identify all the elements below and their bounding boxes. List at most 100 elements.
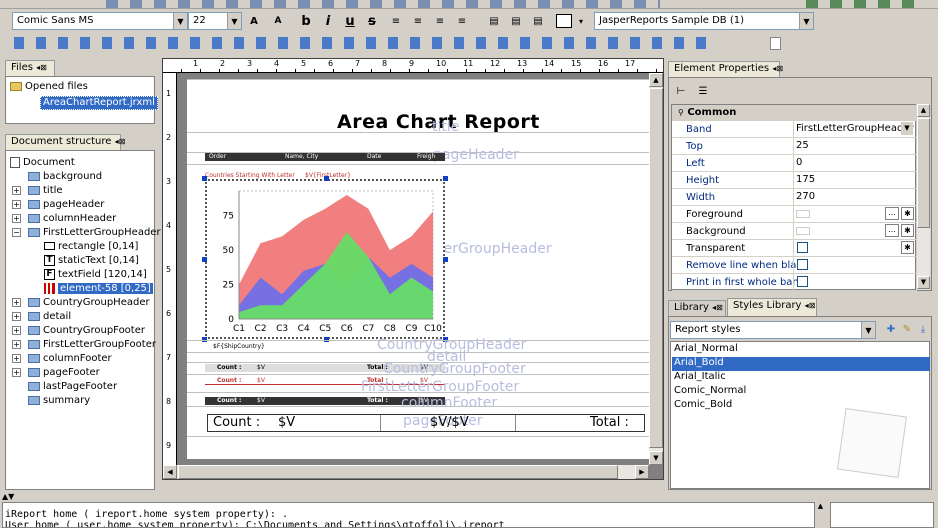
section-common[interactable]: ⚲ Common <box>672 105 917 121</box>
expand-icon[interactable]: + <box>12 213 21 223</box>
align-justify-icon[interactable]: ≡ <box>454 14 470 28</box>
opened-files-node[interactable]: Opened files <box>10 81 88 92</box>
reset-icon[interactable]: ✱ <box>901 207 914 220</box>
style-item-selected[interactable]: Arial_Bold <box>672 357 930 371</box>
prop-band-select[interactable]: FirstLetterGroupHeader ▼ <box>793 121 915 137</box>
transparent-checkbox[interactable] <box>797 242 808 253</box>
align-right-icon[interactable]: ≡ <box>432 14 448 28</box>
prop-foreground-value[interactable]: ... ✱ <box>793 206 915 222</box>
printfirst-checkbox[interactable] <box>797 276 808 287</box>
tree-node-title[interactable]: + title <box>12 183 63 197</box>
scroll-up-icon[interactable]: ▲ <box>917 104 930 117</box>
panel-controls-icon[interactable]: ◂⊠ <box>115 137 126 146</box>
prop-row-band[interactable]: Band FirstLetterGroupHeader ▼ <box>672 121 917 138</box>
scroll-thumb[interactable] <box>649 88 663 448</box>
scroll-left-icon[interactable]: ◀ <box>163 465 177 479</box>
toolbar-icon-strip[interactable] <box>100 0 660 8</box>
tree-node-columnheader[interactable]: + columnHeader <box>12 211 116 225</box>
tree-node-statictext[interactable]: TstaticText [0,14] <box>44 253 139 267</box>
expand-icon[interactable]: + <box>12 185 21 195</box>
prop-top-value[interactable]: 25 <box>793 138 915 154</box>
border-icon[interactable] <box>556 14 572 28</box>
style-item[interactable]: Comic_Normal <box>672 385 930 399</box>
design-vertical-scrollbar[interactable]: ▲ ▼ <box>649 73 663 465</box>
expand-icon[interactable]: + <box>12 353 21 363</box>
expand-icon[interactable]: + <box>12 297 21 307</box>
properties-scrollbar[interactable]: ▲ ▼ <box>917 104 930 290</box>
properties-panel-tab[interactable]: Element Properties ◂⊠ <box>668 61 783 77</box>
console-scrollbar[interactable]: ▲ <box>814 502 826 528</box>
style-item[interactable]: Arial_Italic <box>672 371 930 385</box>
panel-controls-icon[interactable]: ◂⊠ <box>36 63 47 72</box>
datasource-combo[interactable]: JasperReports Sample DB (1) ▼ <box>594 12 814 30</box>
toolbar-icon-strip-right[interactable] <box>800 0 920 8</box>
design-horizontal-scrollbar[interactable]: ◀ ▶ <box>163 465 649 479</box>
add-style-icon[interactable]: ✚ <box>883 322 899 336</box>
expand-icon[interactable]: + <box>12 199 21 209</box>
tree-node-countrygroupheader[interactable]: + CountryGroupHeader <box>12 295 150 309</box>
expand-icon[interactable]: + <box>12 325 21 335</box>
align-left-icon[interactable]: ≡ <box>388 14 404 28</box>
expand-icon[interactable]: + <box>12 311 21 321</box>
categorized-icon[interactable]: ⊢ <box>673 84 689 98</box>
align-tools-icons[interactable] <box>14 37 714 49</box>
align-center-icon[interactable]: ≡ <box>410 14 426 28</box>
prop-row-left[interactable]: Left 0 <box>672 155 917 172</box>
prop-row-top[interactable]: Top 25 <box>672 138 917 155</box>
expand-icon[interactable]: + <box>12 339 21 349</box>
font-name-combo[interactable]: Comic Sans MS ▼ <box>12 12 188 30</box>
tree-node-columnfooter[interactable]: + columnFooter <box>12 351 112 365</box>
prop-height-value[interactable]: 175 <box>793 172 915 188</box>
prop-row-removeline[interactable]: Remove line when blank <box>672 257 917 274</box>
font-size-combo[interactable]: 22 ▼ <box>188 12 242 30</box>
file-item[interactable]: AreaChartReport.jrxml <box>40 96 158 110</box>
border-dropdown-icon[interactable]: ▾ <box>573 14 589 28</box>
font-grow-icon[interactable]: A <box>246 14 262 28</box>
tree-node-countrygroupfooter[interactable]: + CountryGroupFooter <box>12 323 145 337</box>
prop-row-transparent[interactable]: Transparent ✱ <box>672 240 917 257</box>
prop-row-foreground[interactable]: Foreground... ✱ <box>672 206 917 223</box>
prop-background-value[interactable]: ... ✱ <box>793 223 915 239</box>
prop-width-value[interactable]: 270 <box>793 189 915 205</box>
tree-node-chart-element[interactable]: element-58 [0,25] <box>44 281 153 295</box>
style-item[interactable]: Comic_Bold <box>672 399 930 413</box>
tree-node-rectangle[interactable]: rectangle [0,14] <box>44 239 138 253</box>
reset-icon[interactable]: ✱ <box>901 224 914 237</box>
tree-node-background[interactable]: background <box>28 169 102 183</box>
splitter-arrows-icon[interactable]: ▲▼ <box>2 492 14 501</box>
font-shrink-icon[interactable]: A <box>270 14 286 28</box>
tree-node-detail[interactable]: + detail <box>12 309 71 323</box>
edit-style-icon[interactable]: ✎ <box>899 322 915 336</box>
tree-node-summary[interactable]: summary <box>28 393 90 407</box>
valign-bottom-icon[interactable]: ▤ <box>530 14 546 28</box>
italic-icon[interactable]: i <box>320 14 336 29</box>
files-panel-tab[interactable]: Files ◂⊠ <box>5 60 55 76</box>
tree-node-firstlettergroupheader[interactable]: − FirstLetterGroupHeader <box>12 225 161 239</box>
scroll-up-icon[interactable]: ▲ <box>649 73 663 87</box>
sort-icon[interactable]: ☰ <box>695 84 711 98</box>
panel-controls-icon[interactable]: ◂⊠ <box>805 301 816 310</box>
tree-node-pageheader[interactable]: + pageHeader <box>12 197 104 211</box>
reset-icon[interactable]: ✱ <box>901 241 914 254</box>
prop-row-height[interactable]: Height 175 <box>672 172 917 189</box>
collapse-icon[interactable]: − <box>12 227 21 237</box>
tree-node-pagefooter[interactable]: + pageFooter <box>12 365 100 379</box>
tree-node-firstlettergroupfooter[interactable]: + FirstLetterGroupFooter <box>12 337 156 351</box>
scroll-thumb[interactable] <box>917 118 930 228</box>
expand-icon[interactable]: + <box>12 367 21 377</box>
bold-icon[interactable]: b <box>298 14 314 29</box>
scroll-right-icon[interactable]: ▶ <box>635 465 649 479</box>
prop-row-printfirst[interactable]: Print in first whole band <box>672 274 917 291</box>
scroll-down-icon[interactable]: ▼ <box>917 276 930 289</box>
tree-node-lastpagefooter[interactable]: lastPageFooter <box>28 379 117 393</box>
import-style-icon[interactable]: ⤓ <box>915 322 931 336</box>
styles-library-tab[interactable]: Styles Library ◂⊠ <box>727 298 817 316</box>
panel-controls-icon[interactable]: ◂⊠ <box>712 303 723 312</box>
valign-top-icon[interactable]: ▤ <box>486 14 502 28</box>
prop-left-value[interactable]: 0 <box>793 155 915 171</box>
prop-row-width[interactable]: Width 270 <box>672 189 917 206</box>
ellipsis-button[interactable]: ... <box>885 207 899 220</box>
style-item[interactable]: Arial_Normal <box>672 343 930 357</box>
library-tab[interactable]: Library ◂⊠ <box>668 300 726 316</box>
prop-row-background[interactable]: Background... ✱ <box>672 223 917 240</box>
